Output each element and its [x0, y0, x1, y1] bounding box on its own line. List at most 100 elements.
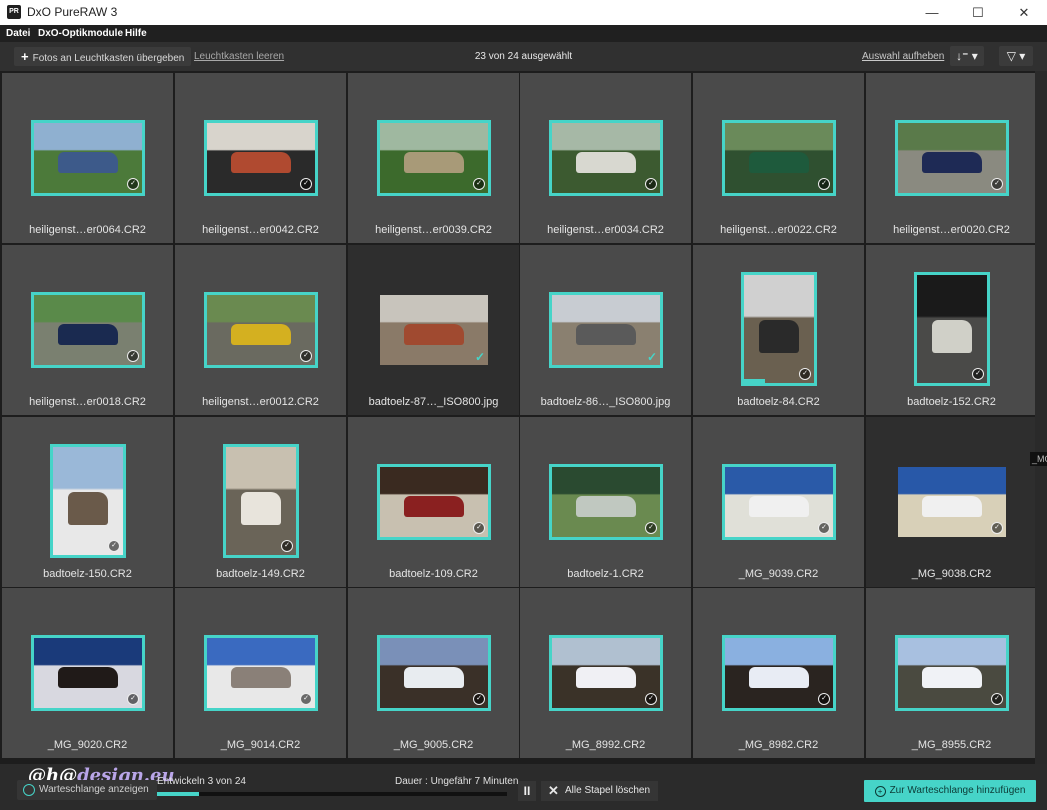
photo-tile[interactable]: ✓ heiligenst…er0039.CR2: [348, 73, 519, 243]
photo-filename: badtoelz-84.CR2: [737, 396, 820, 408]
photo-thumbnail: ✓: [917, 275, 987, 383]
filter-dropdown-icon[interactable]: ▽ ▾: [999, 46, 1033, 66]
photo-thumbnail-frame[interactable]: ✓: [377, 120, 491, 196]
photo-tile[interactable]: ✓ heiligenst…er0064.CR2: [2, 73, 173, 243]
photo-tile[interactable]: ✓ heiligenst…er0018.CR2: [2, 245, 173, 415]
photo-tile[interactable]: ✓ badtoelz-86…_ISO800.jpg: [520, 245, 691, 415]
photo-tile[interactable]: ✓ _MG_8982.CR2: [693, 588, 864, 758]
photo-subject: [921, 152, 983, 174]
photo-tile[interactable]: ✓ _MG_9014.CR2: [175, 588, 346, 758]
photo-tile[interactable]: ✓ heiligenst…er0020.CR2: [866, 73, 1037, 243]
photo-subject: [575, 667, 637, 689]
photo-thumbnail-frame[interactable]: ✓: [895, 120, 1009, 196]
menu-hilfe[interactable]: Hilfe: [125, 28, 147, 39]
photo-tile[interactable]: ✓ badtoelz-84.CR2: [693, 245, 864, 415]
photo-thumbnail-frame[interactable]: ✓: [549, 464, 663, 540]
pause-button[interactable]: II: [518, 781, 536, 801]
photo-thumbnail-frame[interactable]: ✓: [31, 120, 145, 196]
sort-dropdown-icon[interactable]: ↓⁼ ▾: [950, 46, 984, 66]
photo-thumbnail-frame[interactable]: ✓: [722, 464, 836, 540]
photo-tile[interactable]: ✓ badtoelz-149.CR2: [175, 417, 346, 587]
photo-tile[interactable]: ✓ heiligenst…er0042.CR2: [175, 73, 346, 243]
photo-thumbnail-frame[interactable]: ✓: [31, 292, 145, 368]
photo-subject: [230, 324, 292, 346]
photo-subject: [575, 324, 637, 346]
menu-optikmodule[interactable]: DxO-Optikmodule: [38, 28, 123, 39]
photo-tile[interactable]: ✓ _MG_9038.CR2: [866, 417, 1037, 587]
photo-filename: badtoelz-109.CR2: [389, 568, 478, 580]
close-button[interactable]: ✕: [1001, 0, 1047, 25]
photo-thumbnail-frame[interactable]: ✓: [549, 635, 663, 711]
photo-thumbnail-frame[interactable]: ✓: [722, 635, 836, 711]
photo-thumbnail: ✓: [725, 638, 833, 708]
clear-stacks-button[interactable]: ✕ Alle Stapel löschen: [541, 781, 659, 801]
photo-thumbnail-frame[interactable]: ✓: [741, 272, 817, 386]
checkmark-circle-icon: ✓: [991, 522, 1003, 534]
photo-thumbnail-frame[interactable]: ✓: [549, 292, 663, 368]
photo-tile[interactable]: ✓ badtoelz-152.CR2: [866, 245, 1037, 415]
photo-filename: heiligenst…er0034.CR2: [547, 224, 664, 236]
photo-thumbnail-frame[interactable]: ✓: [377, 464, 491, 540]
photo-subject: [575, 496, 637, 518]
photo-filename: badtoelz-86…_ISO800.jpg: [540, 396, 671, 408]
menu-datei[interactable]: Datei: [6, 28, 30, 39]
scrollbar[interactable]: [1035, 71, 1047, 764]
photo-subject: [921, 496, 983, 518]
photo-subject: [748, 496, 810, 518]
photo-tile[interactable]: ✓ badtoelz-109.CR2: [348, 417, 519, 587]
photo-tile[interactable]: ✓ _MG_9005.CR2: [348, 588, 519, 758]
photo-subject: [57, 152, 119, 174]
add-to-queue-button[interactable]: + Zur Warteschlange hinzufügen: [864, 780, 1036, 802]
photo-tile[interactable]: ✓ heiligenst…er0022.CR2: [693, 73, 864, 243]
photo-filename: heiligenst…er0042.CR2: [202, 224, 319, 236]
photo-thumbnail-frame[interactable]: ✓: [31, 635, 145, 711]
menu-bar: Datei DxO-Optikmodule Hilfe: [0, 25, 1047, 42]
photo-filename: heiligenst…er0018.CR2: [29, 396, 146, 408]
photo-thumbnail: ✓: [226, 447, 296, 555]
show-queue-button[interactable]: Warteschlange anzeigen: [17, 780, 157, 800]
photo-thumbnail-frame[interactable]: ✓: [50, 444, 126, 558]
photo-tile[interactable]: ✓ heiligenst…er0012.CR2: [175, 245, 346, 415]
photo-filename: _MG_9014.CR2: [220, 739, 301, 751]
photo-tile[interactable]: ✓ _MG_8992.CR2: [520, 588, 691, 758]
photo-filename: heiligenst…er0020.CR2: [893, 224, 1010, 236]
photo-tile[interactable]: ✓ _MG_8955.CR2: [866, 588, 1037, 758]
checkmark-circle-icon: ✓: [300, 350, 312, 362]
toolbar: + Fotos an Leuchtkasten übergeben Leuchtk…: [0, 42, 1047, 71]
checkmark-circle-icon: ✓: [645, 178, 657, 190]
photo-thumbnail: ✓: [34, 638, 142, 708]
photo-tile[interactable]: ✓ badtoelz-87…_ISO800.jpg: [348, 245, 519, 415]
photo-thumbnail-frame[interactable]: ✓: [895, 464, 1009, 540]
photo-subject: [230, 667, 292, 689]
photo-thumbnail-frame[interactable]: ✓: [204, 292, 318, 368]
photo-thumbnail-frame[interactable]: ✓: [204, 120, 318, 196]
photo-thumbnail-frame[interactable]: ✓: [204, 635, 318, 711]
develop-progress-bar: [157, 792, 507, 796]
deselect-link[interactable]: Auswahl aufheben: [862, 51, 944, 62]
show-queue-label: Warteschlange anzeigen: [39, 784, 149, 795]
photo-subject: [575, 152, 637, 174]
minimize-button[interactable]: —: [909, 0, 955, 25]
close-icon: ✕: [548, 783, 559, 798]
photo-thumbnail-frame[interactable]: ✓: [377, 292, 491, 368]
photo-filename: heiligenst…er0064.CR2: [29, 224, 146, 236]
photo-tile[interactable]: ✓ _MG_9039.CR2: [693, 417, 864, 587]
photo-subject: [230, 152, 292, 174]
scroll-tooltip: _MG: [1030, 452, 1047, 466]
photo-tile[interactable]: ✓ heiligenst…er0034.CR2: [520, 73, 691, 243]
photo-tile[interactable]: ✓ badtoelz-1.CR2: [520, 417, 691, 587]
photo-thumbnail-frame[interactable]: ✓: [223, 444, 299, 558]
photo-thumbnail-frame[interactable]: ✓: [895, 635, 1009, 711]
photo-tile[interactable]: ✓ _MG_9020.CR2: [2, 588, 173, 758]
photo-thumbnail: ✓: [898, 123, 1006, 193]
photo-thumbnail-frame[interactable]: ✓: [722, 120, 836, 196]
thumbnail-progress-bar: [744, 379, 765, 383]
maximize-button[interactable]: ☐: [955, 0, 1001, 25]
photo-thumbnail-frame[interactable]: ✓: [549, 120, 663, 196]
checkmark-circle-icon: ✓: [818, 178, 830, 190]
photo-thumbnail-frame[interactable]: ✓: [914, 272, 990, 386]
photo-tile[interactable]: ✓ badtoelz-150.CR2: [2, 417, 173, 587]
photo-thumbnail-frame[interactable]: ✓: [377, 635, 491, 711]
photo-subject: [68, 492, 108, 525]
window-title: DxO PureRAW 3: [27, 5, 118, 19]
